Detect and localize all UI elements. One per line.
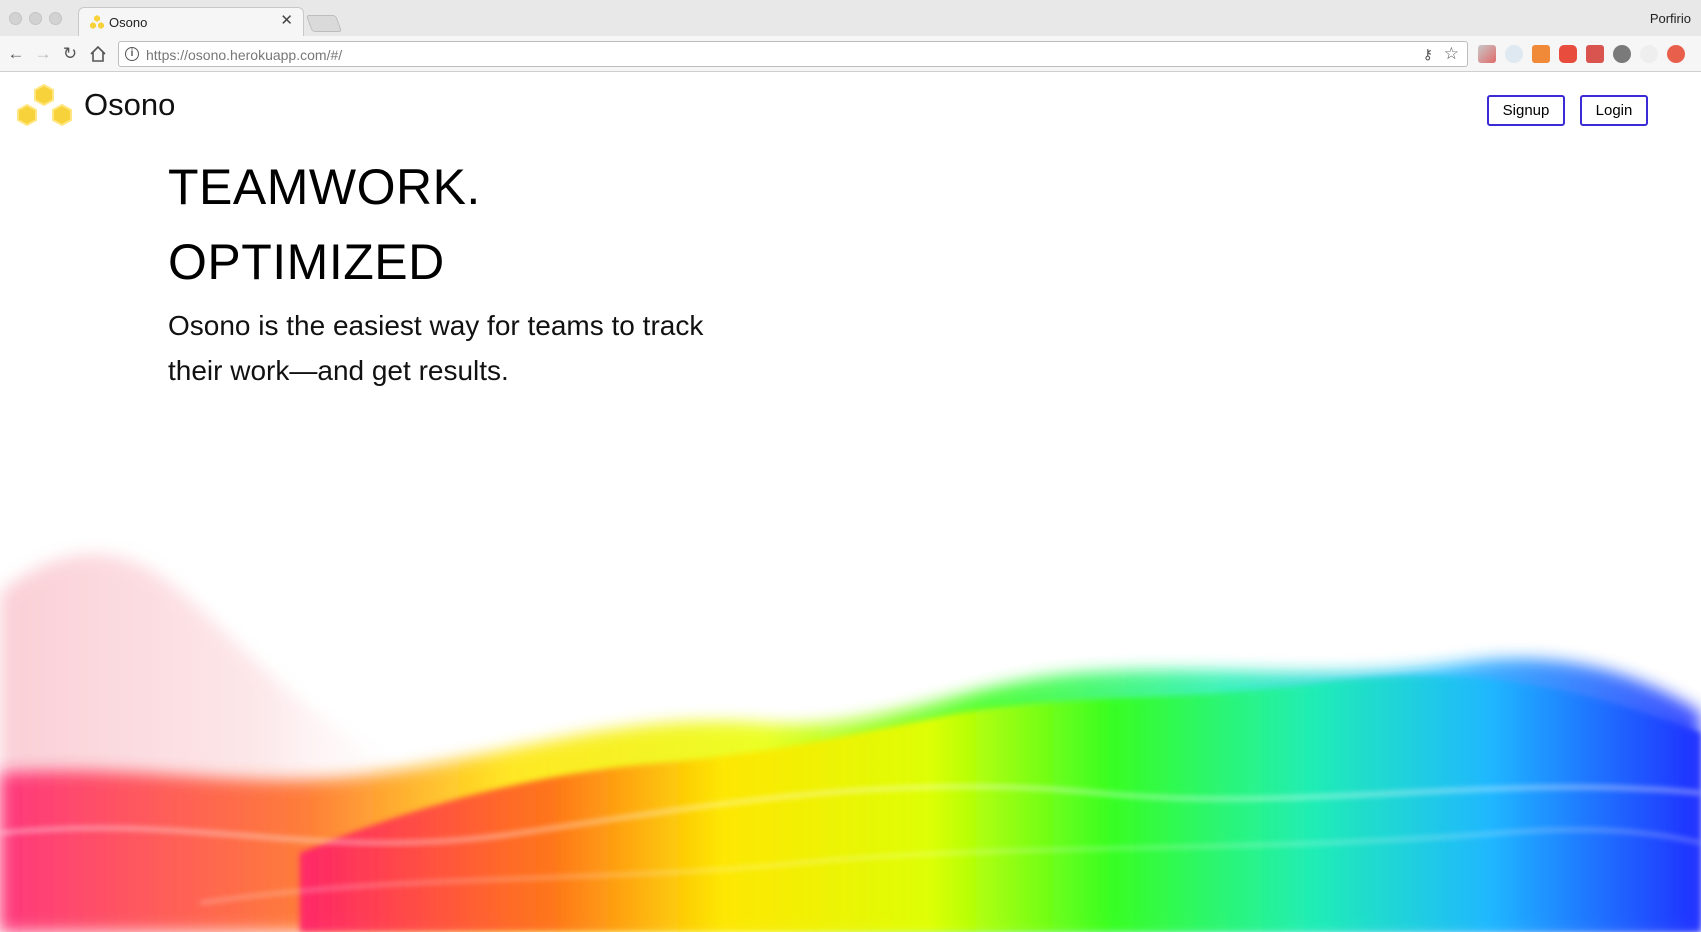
landing-page: Osono Signup Login TEAMWORK. OPTIMIZED O… [0, 73, 1701, 932]
brand-name[interactable]: Osono [84, 87, 175, 123]
browser-toolbar: ← → ↻ i https://osono.herokuapp.com/#/ ⚷… [0, 36, 1701, 72]
star-icon[interactable]: ☆ [1444, 44, 1459, 64]
hero-headline-line1: TEAMWORK. [168, 159, 481, 215]
back-arrow-icon[interactable]: ← [6, 44, 26, 64]
signup-button[interactable]: Signup [1487, 95, 1565, 126]
home-icon[interactable] [88, 44, 108, 64]
address-bar[interactable]: i https://osono.herokuapp.com/#/ ⚷ ☆ [118, 41, 1468, 67]
forward-arrow-icon[interactable]: → [33, 44, 53, 64]
hero-tagline: Osono is the easiest way for teams to tr… [168, 310, 704, 386]
osono-logo-icon [17, 83, 72, 127]
close-icon[interactable]: ✕ [280, 13, 293, 28]
image-extension-icon[interactable] [1586, 45, 1604, 63]
profile-name[interactable]: Porfirio [1650, 11, 1691, 26]
window-zoom-dot[interactable] [49, 12, 62, 25]
youtube-extension-icon[interactable] [1559, 45, 1577, 63]
tab-title: Osono [109, 15, 148, 30]
url-host: https://osono.herokuapp.com [146, 47, 327, 63]
hero-headline-line2: OPTIMIZED [168, 234, 445, 290]
browser-tab[interactable]: Osono ✕ [78, 7, 304, 37]
new-tab-button[interactable] [305, 15, 343, 32]
key-icon[interactable]: ⚷ [1423, 46, 1433, 63]
evernote-extension-icon[interactable] [1613, 45, 1631, 63]
url-text[interactable]: https://osono.herokuapp.com/#/ [146, 47, 342, 63]
reload-icon[interactable]: ↻ [60, 44, 80, 64]
office-extension-icon[interactable] [1532, 45, 1550, 63]
eyedropper-extension-icon[interactable] [1478, 45, 1496, 63]
url-path: /#/ [326, 47, 343, 63]
skype-extension-icon[interactable] [1505, 45, 1523, 63]
browser-tabstrip: Osono ✕ Porfirio [0, 0, 1701, 37]
login-button[interactable]: Login [1580, 95, 1648, 126]
info-icon[interactable]: i [125, 47, 139, 61]
upload-extension-icon[interactable] [1667, 45, 1685, 63]
window-close-dot[interactable] [9, 12, 22, 25]
osono-favicon-icon [90, 15, 104, 29]
window-minimize-dot[interactable] [29, 12, 42, 25]
disabled-extension-icon[interactable] [1640, 45, 1658, 63]
